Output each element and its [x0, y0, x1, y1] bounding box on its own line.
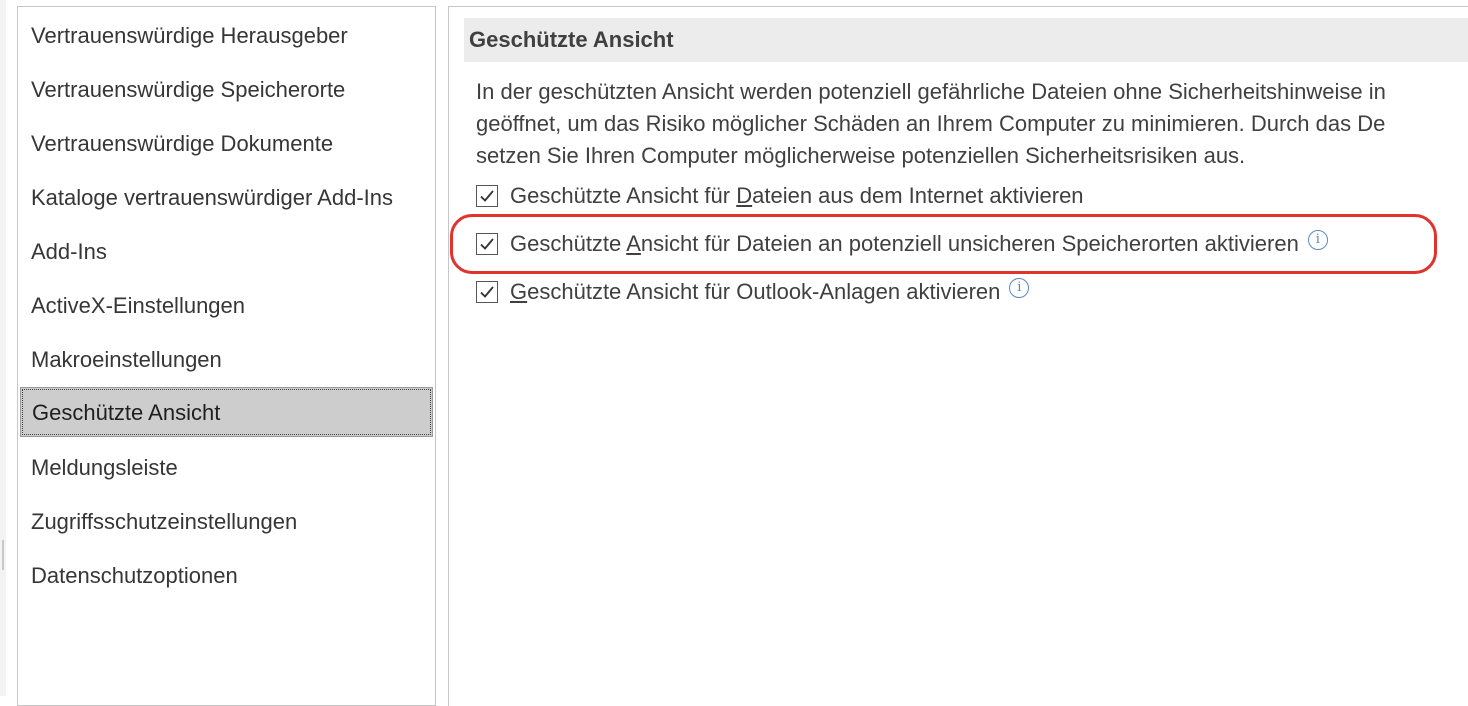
section-title: Geschützte Ansicht — [469, 27, 674, 52]
checkmark-icon — [480, 190, 494, 202]
sidebar-item-kataloge-add-ins[interactable]: Kataloge vertrauenswürdiger Add-Ins — [20, 173, 433, 223]
sidebar-item-vertrauenswuerdige-herausgeber[interactable]: Vertrauenswürdige Herausgeber — [20, 11, 433, 61]
option-label: Geschützte Ansicht für Dateien aus dem I… — [510, 183, 1084, 208]
description-line: setzen Sie Ihren Computer möglicherweise… — [476, 143, 1246, 168]
window-edge — [0, 0, 6, 696]
sidebar-item-vertrauenswuerdige-speicherorte[interactable]: Vertrauenswürdige Speicherorte — [20, 65, 433, 115]
section-header: Geschützte Ansicht — [464, 18, 1468, 62]
sidebar-item-vertrauenswuerdige-dokumente[interactable]: Vertrauenswürdige Dokumente — [20, 119, 433, 169]
trust-center-sidebar: Vertrauenswürdige Herausgeber Vertrauens… — [17, 6, 436, 706]
description-text: In der geschützten Ansicht werden potenz… — [476, 76, 1468, 172]
sidebar-item-activex-einstellungen[interactable]: ActiveX-Einstellungen — [20, 281, 433, 331]
checkbox-internet-files[interactable] — [476, 185, 498, 207]
option-label: Geschützte Ansicht für Dateien an potenz… — [510, 231, 1299, 256]
option-unsafe-locations[interactable]: Geschützte Ansicht für Dateien an potenz… — [476, 228, 1328, 260]
info-icon[interactable]: i — [1009, 278, 1030, 298]
info-icon[interactable]: i — [1307, 230, 1328, 250]
settings-panel: Geschützte Ansicht In der geschützten An… — [448, 6, 1468, 706]
sidebar-item-geschuetzte-ansicht[interactable]: Geschützte Ansicht — [20, 387, 433, 437]
sidebar-item-add-ins[interactable]: Add-Ins — [20, 227, 433, 277]
sidebar-item-datenschutzoptionen[interactable]: Datenschutzoptionen — [20, 551, 433, 601]
checkmark-icon — [480, 238, 494, 250]
sidebar-item-makroeinstellungen[interactable]: Makroeinstellungen — [20, 335, 433, 385]
checkmark-icon — [480, 286, 494, 298]
description-line: geöffnet, um das Risiko möglicher Schäde… — [476, 111, 1386, 136]
option-internet-files[interactable]: Geschützte Ansicht für Dateien aus dem I… — [476, 180, 1084, 212]
sidebar-item-meldungsleiste[interactable]: Meldungsleiste — [20, 443, 433, 493]
checkbox-unsafe-locations[interactable] — [476, 233, 498, 255]
checkbox-outlook-attachments[interactable] — [476, 281, 498, 303]
option-outlook-attachments[interactable]: Geschützte Ansicht für Outlook-Anlagen a… — [476, 276, 1030, 308]
description-line: In der geschützten Ansicht werden potenz… — [476, 79, 1386, 104]
option-label: Geschützte Ansicht für Outlook-Anlagen a… — [510, 279, 1001, 304]
sidebar-item-zugriffsschutzeinstellungen[interactable]: Zugriffsschutzeinstellungen — [20, 497, 433, 547]
